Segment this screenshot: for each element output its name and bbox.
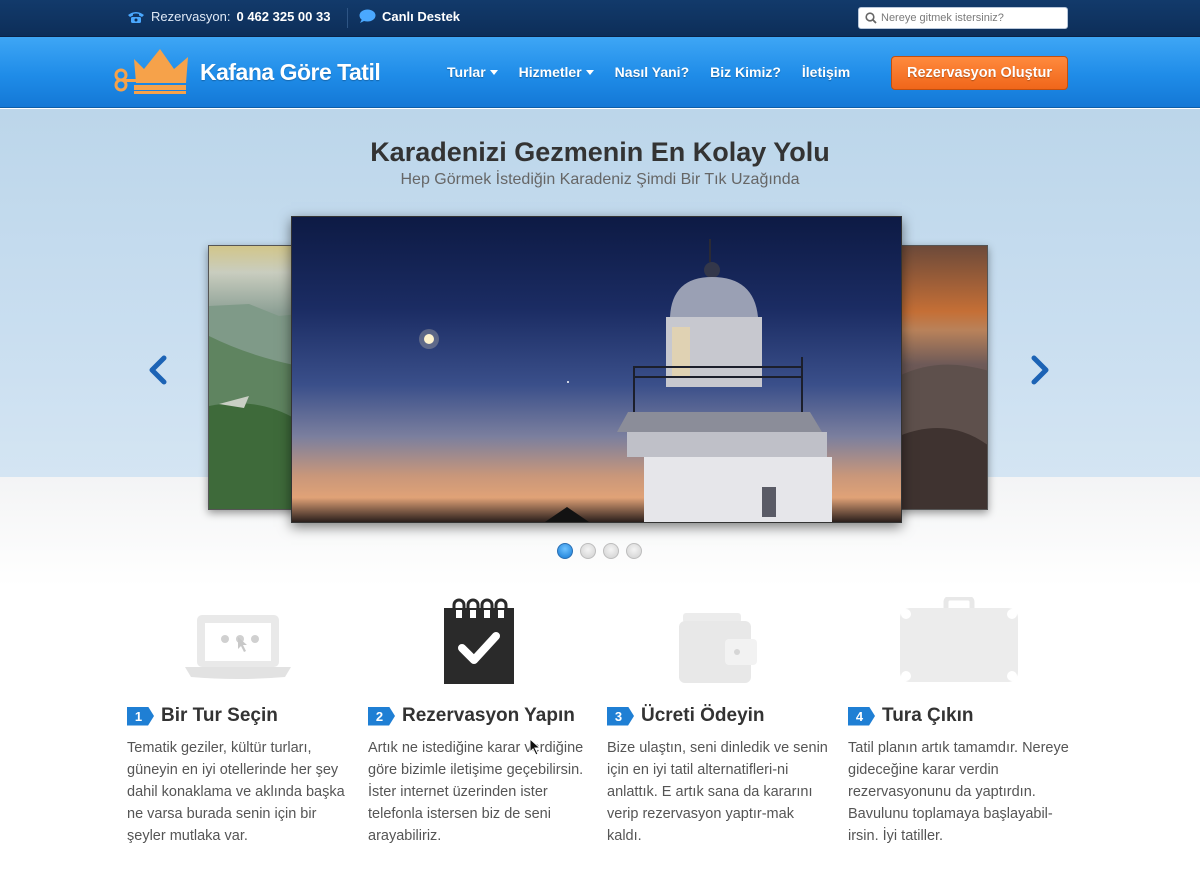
slider-dot-1[interactable] bbox=[557, 543, 573, 559]
chevron-left-icon bbox=[149, 355, 167, 385]
slider-prev-button[interactable] bbox=[146, 355, 170, 385]
search-input[interactable] bbox=[881, 12, 1061, 24]
phone-icon bbox=[128, 11, 144, 23]
nav-item-label: İletişim bbox=[801, 64, 851, 80]
live-support-link[interactable]: Canlı Destek bbox=[359, 9, 460, 24]
slider-next-button[interactable] bbox=[1028, 355, 1052, 385]
slider-dot-4[interactable] bbox=[626, 543, 642, 559]
topbar-divider bbox=[347, 8, 348, 28]
top-bar: Rezervasyon: 0 462 325 00 33 Canlı Deste… bbox=[0, 0, 1200, 37]
hero-title: Karadenizi Gezmenin En Kolay Yolu bbox=[370, 137, 830, 167]
logo[interactable]: Kafana Göre Tatil bbox=[114, 47, 381, 97]
step-number-badge: 4 bbox=[848, 706, 875, 726]
nav-item-turlar[interactable]: Turlar bbox=[447, 64, 498, 80]
nav-item-biz-kimiz[interactable]: Biz Kimiz? bbox=[710, 64, 781, 80]
slide-preview-right[interactable] bbox=[898, 245, 988, 510]
nav-item-label: Biz Kimiz? bbox=[710, 64, 781, 80]
suitcase-icon bbox=[900, 597, 1018, 682]
step-description: Tatil planın artık tamamdır. Nereye gide… bbox=[848, 740, 1069, 844]
step-title: 1 Bir Tur Seçin bbox=[127, 705, 278, 727]
nav-menu: Turlar Hizmetler Nasıl Yani? Biz Kimiz? … bbox=[447, 64, 871, 80]
lighthouse-image bbox=[419, 239, 832, 522]
step-title-text: Bir Tur Seçin bbox=[161, 705, 278, 726]
slider-dot-2[interactable] bbox=[580, 543, 596, 559]
live-support-label: Canlı Destek bbox=[382, 9, 461, 24]
notepad-check-icon bbox=[444, 598, 514, 684]
step-number-badge: 1 bbox=[127, 706, 154, 726]
hero-subtitle: Hep Görmek İstediğin Karadeniz Şimdi Bir… bbox=[400, 171, 800, 188]
search-icon bbox=[865, 12, 877, 24]
nav-item-label: Nasıl Yani? bbox=[614, 64, 690, 80]
crown-key-logo-icon bbox=[114, 49, 188, 94]
nav-item-iletisim[interactable]: İletişim bbox=[802, 64, 850, 80]
phone-number[interactable]: 0 462 325 00 33 bbox=[236, 9, 330, 24]
step-number-badge: 2 bbox=[368, 706, 395, 726]
nav-item-nasil-yani[interactable]: Nasıl Yani? bbox=[615, 64, 689, 80]
slider-pagination bbox=[557, 543, 642, 559]
step-title: 2 Rezervasyon Yapın bbox=[368, 705, 575, 727]
chat-bubble-icon bbox=[359, 9, 376, 23]
sunset-mountains-image bbox=[899, 364, 987, 509]
slider-dot-3[interactable] bbox=[603, 543, 619, 559]
nav-item-hizmetler[interactable]: Hizmetler bbox=[519, 64, 594, 80]
step-number-badge: 3 bbox=[607, 706, 634, 726]
main-navigation: Kafana Göre Tatil Turlar Hizmetler Nasıl… bbox=[0, 37, 1200, 108]
wallet-icon bbox=[679, 613, 757, 683]
create-reservation-button[interactable]: Rezervasyon Oluştur bbox=[891, 56, 1068, 90]
slide-main-image[interactable] bbox=[291, 216, 902, 523]
phone-label: Rezervasyon: bbox=[151, 9, 231, 24]
step-description: Artık ne istediğine karar verdiğine göre… bbox=[368, 740, 584, 844]
nav-item-label: Turlar bbox=[447, 64, 486, 80]
search-box[interactable] bbox=[858, 7, 1068, 29]
chevron-right-icon bbox=[1031, 355, 1049, 385]
step-description: Tematik geziler, kültür turları, güneyin… bbox=[127, 740, 345, 844]
slide-preview-left[interactable] bbox=[208, 245, 298, 510]
step-title-text: Rezervasyon Yapın bbox=[402, 705, 575, 726]
mountain-landscape-image bbox=[209, 304, 297, 509]
step-description: Bize ulaştın, seni dinledik ve senin içi… bbox=[607, 740, 828, 844]
brand-name: Kafana Göre Tatil bbox=[200, 58, 381, 85]
step-title-text: Ücreti Ödeyin bbox=[641, 705, 765, 726]
laptop-icon bbox=[185, 615, 291, 679]
step-title: 3 Ücreti Ödeyin bbox=[607, 705, 765, 727]
nav-item-label: Hizmetler bbox=[518, 64, 582, 80]
step-title-text: Tura Çıkın bbox=[882, 705, 974, 726]
step-title: 4 Tura Çıkın bbox=[848, 705, 974, 727]
phone-info[interactable]: Rezervasyon: 0 462 325 00 33 bbox=[127, 9, 330, 24]
chevron-down-icon bbox=[585, 69, 594, 75]
chevron-down-icon bbox=[489, 69, 498, 75]
mouse-cursor-icon bbox=[529, 738, 541, 756]
